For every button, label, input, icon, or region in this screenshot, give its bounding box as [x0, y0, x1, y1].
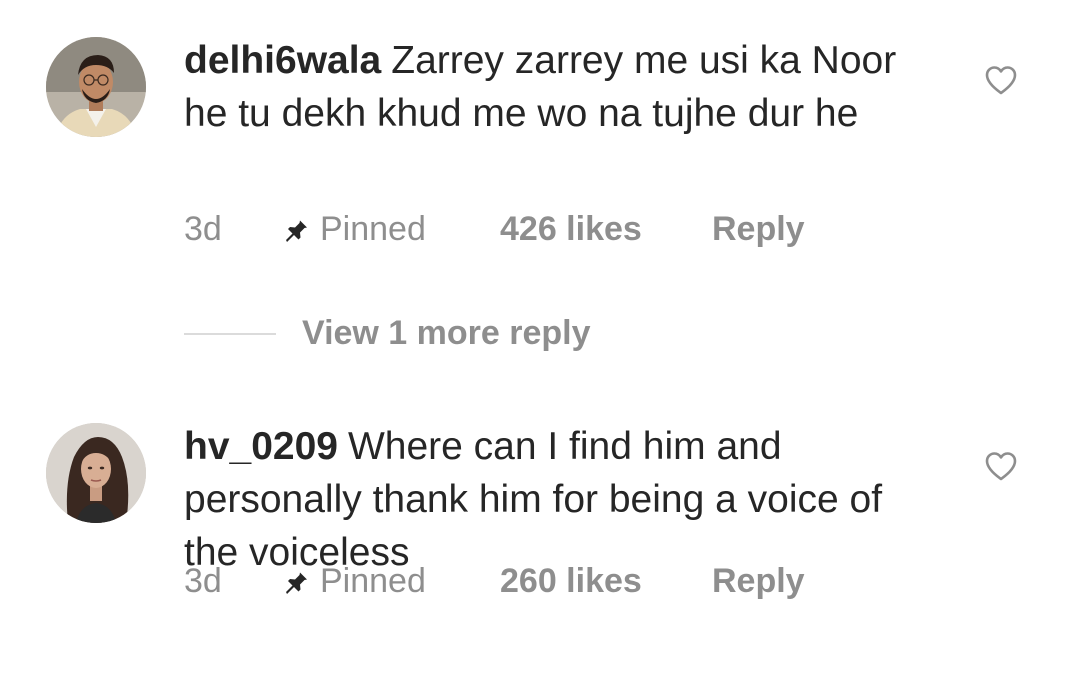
- comment-text-block: delhi6wala Zarrey zarrey me usi ka Noor h…: [184, 34, 944, 140]
- heart-outline-icon: [985, 452, 1017, 481]
- comment-timestamp: 3d: [184, 210, 222, 248]
- pin-icon: [286, 570, 307, 594]
- like-button[interactable]: [984, 64, 1018, 96]
- view-more-replies-button[interactable]: View 1 more reply: [184, 314, 591, 353]
- like-count[interactable]: 260 likes: [500, 562, 712, 601]
- pinned-indicator: Pinned: [282, 210, 500, 249]
- man-portrait-avatar-icon: [46, 37, 146, 137]
- heart-outline-icon: [985, 66, 1017, 95]
- comment-username[interactable]: hv_0209: [184, 425, 338, 468]
- comments-section: delhi6wala Zarrey zarrey me usi ka Noor h…: [0, 0, 1080, 690]
- avatar[interactable]: [46, 423, 146, 523]
- like-count[interactable]: 426 likes: [500, 210, 712, 249]
- pinned-indicator: Pinned: [282, 562, 500, 601]
- pinned-label: Pinned: [320, 562, 426, 600]
- pinned-label: Pinned: [320, 210, 426, 248]
- pin-icon: [286, 218, 307, 242]
- like-button[interactable]: [984, 450, 1018, 482]
- view-more-replies-label: View 1 more reply: [302, 314, 591, 352]
- comment-text-block: hv_0209 Where can I find him and personal…: [184, 420, 944, 579]
- woman-portrait-avatar-icon: [46, 423, 146, 523]
- avatar[interactable]: [46, 37, 146, 137]
- reply-button[interactable]: Reply: [712, 210, 805, 249]
- reply-divider: [184, 332, 276, 335]
- reply-button[interactable]: Reply: [712, 562, 805, 601]
- comment-meta: 3d Pinned 260 likes Reply: [184, 562, 805, 601]
- comment-timestamp: 3d: [184, 562, 222, 600]
- comment-username[interactable]: delhi6wala: [184, 39, 381, 82]
- comment-meta: 3d Pinned 426 likes Reply: [184, 210, 805, 249]
